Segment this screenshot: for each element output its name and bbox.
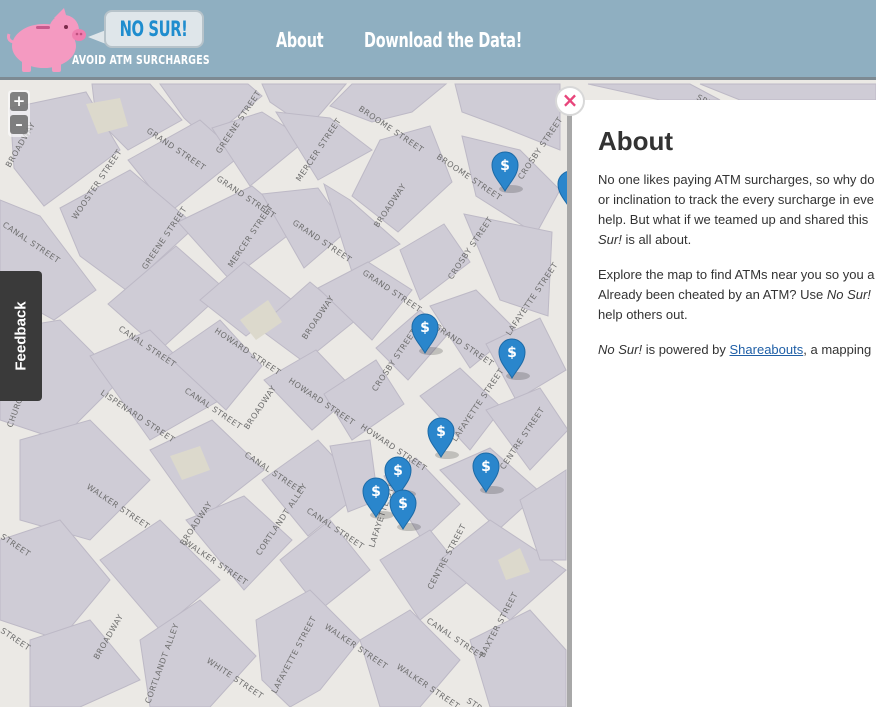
zoom-control: + – (8, 90, 30, 137)
about-title: About (598, 126, 674, 156)
site-header: NO SUR! AVOID ATM SURCHARGES About Downl… (0, 0, 876, 80)
svg-text:$: $ (436, 424, 446, 440)
feedback-tab[interactable]: Feedback (0, 271, 42, 401)
zoom-out-button[interactable]: – (10, 115, 28, 134)
shareabouts-link[interactable]: Shareabouts (730, 342, 804, 357)
svg-text:$: $ (420, 320, 430, 336)
about-paragraph-2: Explore the map to find ATMs near you so… (598, 267, 875, 322)
zoom-in-button[interactable]: + (10, 92, 28, 111)
svg-text:$: $ (507, 345, 517, 361)
feedback-label: Feedback (12, 301, 30, 371)
svg-text:$: $ (393, 463, 403, 479)
speech-bubble: NO SUR! (104, 10, 204, 48)
nav-about-link[interactable]: About (276, 28, 324, 52)
close-panel-button[interactable]: × (555, 86, 585, 116)
about-content: About No one likes paying ATM surcharges… (598, 126, 876, 375)
about-panel: About No one likes paying ATM surcharges… (567, 100, 876, 707)
about-paragraph-1: No one likes paying ATM surcharges, so w… (598, 172, 875, 247)
about-paragraph-3: No Sur! is powered by Shareabouts, a map… (598, 342, 872, 357)
tagline: AVOID ATM SURCHARGES (72, 53, 210, 67)
logo[interactable]: NO SUR! AVOID ATM SURCHARGES (6, 6, 210, 74)
svg-text:$: $ (481, 459, 491, 475)
nav-download-link[interactable]: Download the Data! (364, 28, 522, 52)
svg-text:$: $ (371, 484, 381, 500)
brand-name: NO SUR! (120, 17, 188, 41)
svg-text:$: $ (500, 158, 510, 174)
svg-text:$: $ (398, 496, 408, 512)
